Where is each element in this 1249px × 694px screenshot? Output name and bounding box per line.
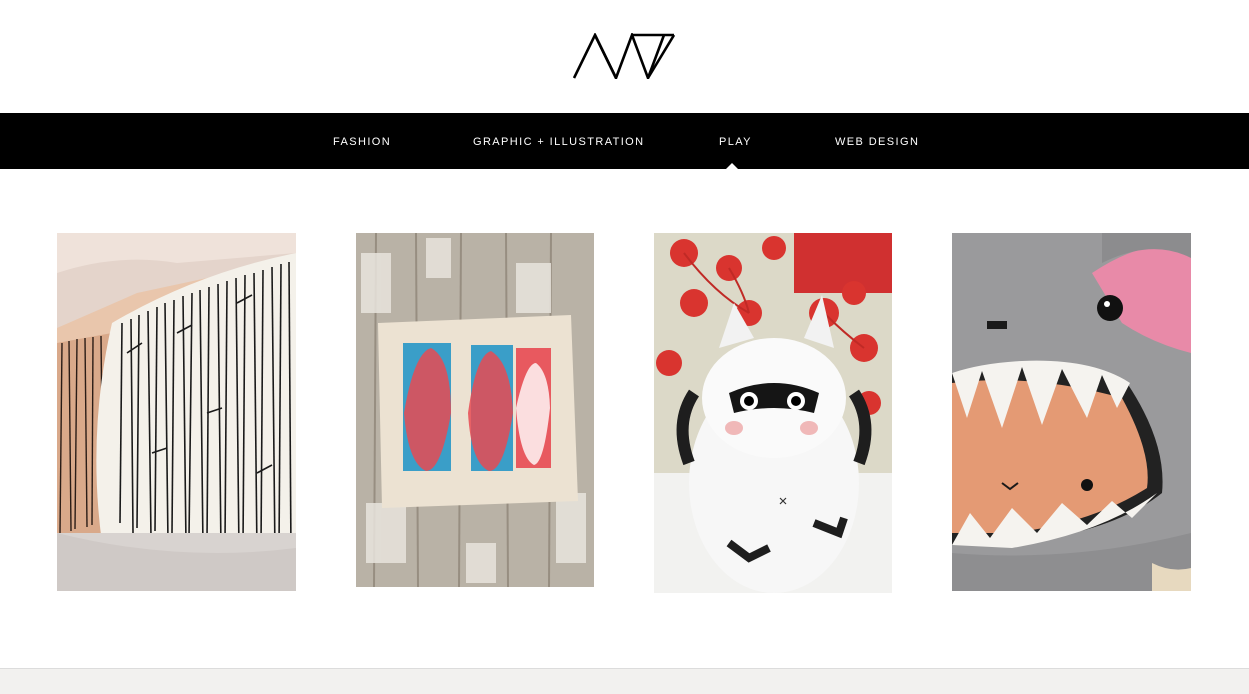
monster-plush-image xyxy=(952,233,1191,591)
gallery-item-faces-pillow[interactable] xyxy=(356,233,594,587)
active-nav-indicator xyxy=(726,163,738,169)
gallery-item-tree-pillow[interactable] xyxy=(57,233,296,591)
footer-band xyxy=(0,668,1249,694)
gallery-item-monster-plush[interactable] xyxy=(952,233,1191,591)
faces-pillow-image xyxy=(356,233,594,587)
tree-pillow-image xyxy=(57,233,296,591)
aw-logo[interactable] xyxy=(573,33,675,79)
gallery-item-raccoon-plush[interactable] xyxy=(654,233,892,593)
nav-item-graphic-illustration[interactable]: GRAPHIC + ILLUSTRATION xyxy=(473,113,645,169)
main-navigation: FASHION GRAPHIC + ILLUSTRATION PLAY WEB … xyxy=(0,113,1249,169)
nav-item-fashion[interactable]: FASHION xyxy=(333,113,391,169)
site-header xyxy=(0,0,1249,113)
nav-item-play[interactable]: PLAY xyxy=(719,113,752,169)
raccoon-plush-image xyxy=(654,233,892,593)
nav-item-web-design[interactable]: WEB DESIGN xyxy=(835,113,919,169)
